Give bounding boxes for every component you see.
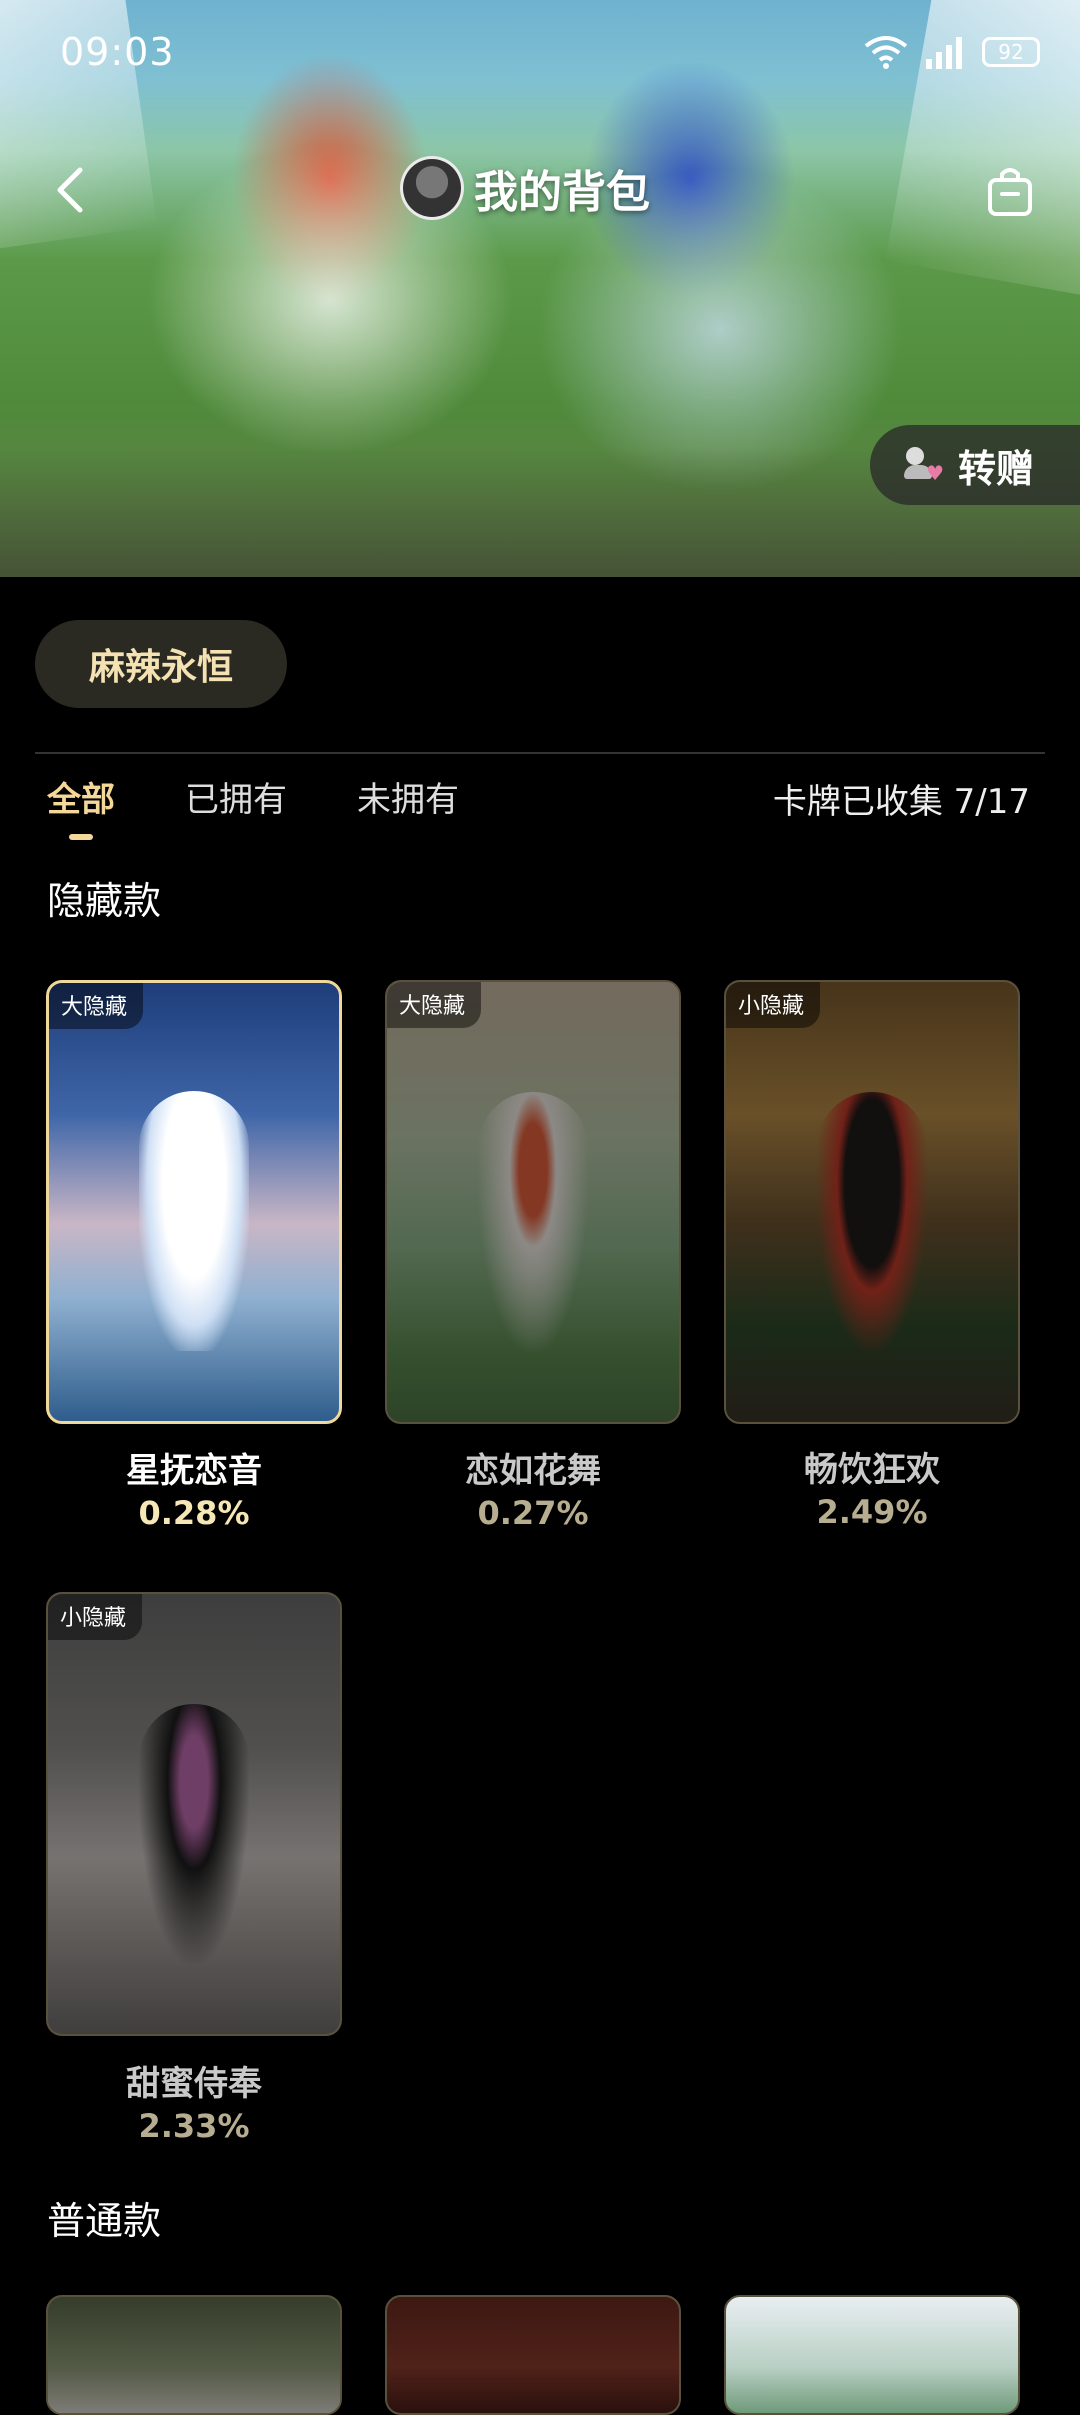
tab-owned[interactable]: 已拥有 [185, 772, 287, 852]
card-name: 恋如花舞 [465, 1451, 601, 1491]
card-tianmi-shifeng[interactable]: 小隐藏 [46, 1592, 342, 2036]
status-time: 09:03 [60, 30, 175, 74]
card-badge: 小隐藏 [726, 982, 821, 1028]
tab-all[interactable]: 全部 [47, 772, 115, 852]
card-rate: 2.49% [816, 1493, 928, 1531]
section-title-hidden: 隐藏款 [47, 879, 162, 923]
card-art [139, 1091, 249, 1351]
back-icon[interactable] [44, 162, 100, 218]
card-rate: 0.28% [138, 1494, 250, 1532]
card-changyin-kuanghuan[interactable]: 小隐藏 [724, 980, 1020, 1424]
wifi-icon [864, 36, 908, 69]
avatar[interactable] [400, 156, 464, 220]
card-dim-overlay [48, 1594, 340, 2034]
collection-status: 卡牌已收集 7/17 [772, 782, 1030, 822]
transfer-user-icon: ♥ [900, 443, 944, 487]
section-title-normal: 普通款 [47, 2199, 162, 2243]
card-name: 甜蜜侍奉 [126, 2064, 262, 2104]
card-badge: 大隐藏 [49, 983, 144, 1029]
card-name: 星抚恋音 [126, 1451, 262, 1491]
divider [35, 752, 1045, 754]
card-name: 畅饮狂欢 [804, 1450, 940, 1490]
card-normal[interactable] [385, 2295, 681, 2415]
tab-unowned-label: 未拥有 [357, 780, 459, 820]
title-wrap: 我的背包 [400, 156, 650, 220]
card-dim-overlay [387, 2297, 679, 2413]
status-icons: 92 [862, 34, 1040, 70]
card-dim-overlay [726, 982, 1018, 1422]
card-dim-overlay [48, 2297, 340, 2413]
filter-tabs: 全部 已拥有 未拥有 [47, 772, 529, 852]
card-normal[interactable] [46, 2295, 342, 2415]
card-xingfu-lianyin[interactable]: 大隐藏 [46, 980, 342, 1424]
bag-icon[interactable] [980, 162, 1040, 222]
card-lianru-huawu[interactable]: 大隐藏 [385, 980, 681, 1424]
tab-unowned[interactable]: 未拥有 [357, 772, 459, 852]
battery-icon: 92 [982, 37, 1040, 67]
gift-label: 转赠 [958, 446, 1035, 491]
card-rate: 0.27% [477, 1494, 589, 1532]
status-bar: 09:03 92 [60, 30, 1040, 80]
tab-all-label: 全部 [47, 780, 115, 820]
tab-owned-label: 已拥有 [185, 780, 287, 820]
card-normal[interactable] [724, 2295, 1020, 2415]
gift-button[interactable]: ♥ 转赠 [870, 425, 1080, 505]
card-rate: 2.33% [138, 2107, 250, 2145]
signal-icon [926, 37, 962, 69]
series-chip[interactable]: 麻辣永恒 [35, 620, 287, 708]
top-nav: 我的背包 [0, 150, 1080, 230]
card-dim-overlay [387, 982, 679, 1422]
card-badge: 大隐藏 [387, 982, 482, 1028]
page-title: 我的背包 [474, 167, 650, 218]
card-badge: 小隐藏 [48, 1594, 143, 1640]
tab-indicator [69, 834, 93, 840]
